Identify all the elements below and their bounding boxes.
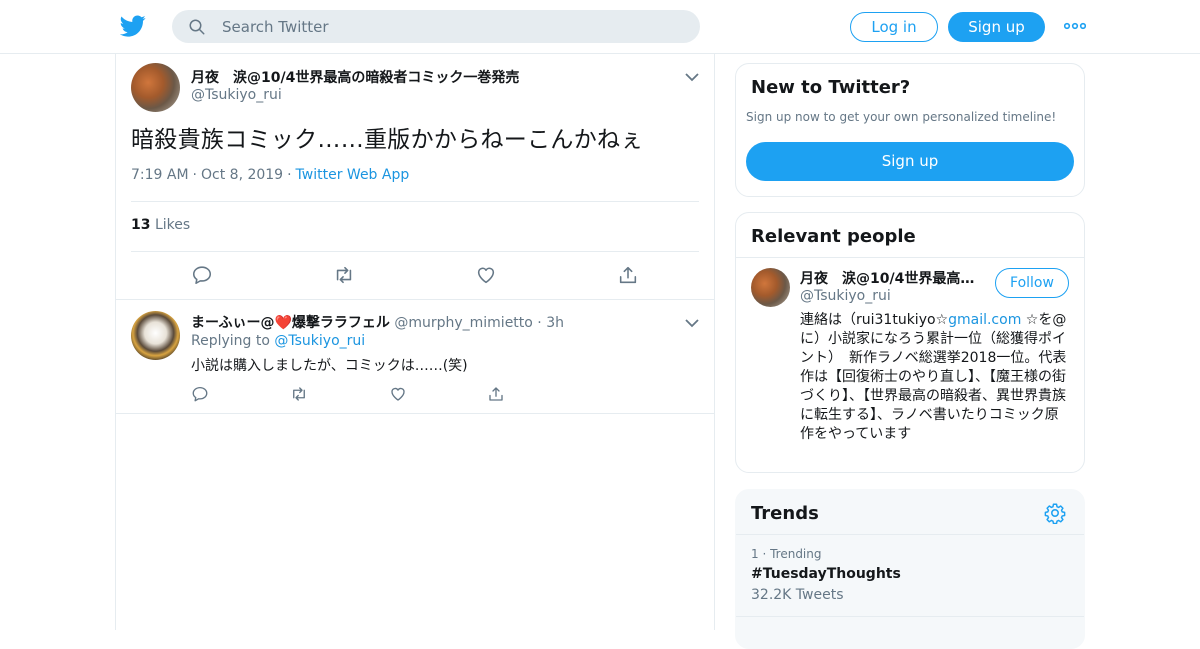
likes-count: 13 [131,217,151,233]
tweet-text: 暗殺貴族コミック……重版かからねーこんかねぇ [131,127,644,153]
replying-to: Replying to @Tsukiyo_rui [191,333,365,349]
bio-link[interactable]: gmail.com [948,312,1021,328]
top-bar: Log in Sign up [0,0,1200,54]
trend-context: Trending [770,547,822,561]
new-to-twitter-card: New to Twitter? Sign up now to get your … [735,63,1085,197]
trend-hashtag[interactable]: #TuesdayThoughts [751,566,901,582]
signup-button[interactable]: Sign up [948,12,1045,42]
divider [736,616,1084,617]
likes-stat[interactable]: 13 Likes [131,217,190,233]
reply-author-handle[interactable]: @murphy_mimietto [394,315,533,331]
relevant-people-card: Relevant people 月夜 涙@10/4世界最高… @Tsukiyo_… [735,212,1085,473]
permalink-tweet: 月夜 涙@10/4世界最高の暗殺者コミック一巻発売 @Tsukiyo_rui 暗… [116,54,714,300]
trend-tweet-count: 32.2K Tweets [751,587,844,603]
tweet-date[interactable]: Oct 8, 2019 [201,167,283,183]
retweet-icon[interactable] [290,385,308,403]
reply-text: 小説は購入しましたが、コミックは……(笑) [191,358,468,374]
tweet-timestamp: 7:19 AM · Oct 8, 2019 · Twitter Web App [131,167,410,183]
reply-header: まーふぃー@❤️爆撃ララフェル @murphy_mimietto · 3h [191,315,564,331]
share-icon[interactable] [617,264,639,286]
follow-button[interactable]: Follow [995,268,1069,298]
trend-meta: 1 · Trending [751,547,822,561]
reply-icon[interactable] [191,385,209,403]
bio-text: 連絡は（rui31tukiyo☆ [800,312,949,328]
retweet-icon[interactable] [333,264,355,286]
divider [736,534,1084,535]
search-icon [189,19,205,35]
login-button[interactable]: Log in [850,12,938,42]
tweet-time[interactable]: 7:19 AM [131,167,189,183]
person-bio: 連絡は（rui31tukiyo☆gmail.com ☆を@に）小説家になろう累計… [800,311,1070,444]
more-options-icon[interactable] [1064,19,1086,33]
search-input[interactable] [222,10,682,43]
sidebar-signup-button[interactable]: Sign up [746,142,1074,181]
card-title: Trends [751,503,819,524]
twitter-logo-icon[interactable] [120,13,146,39]
card-title: Relevant people [751,226,916,247]
likes-label: Likes [154,217,191,233]
reply-icon[interactable] [191,264,213,286]
avatar[interactable] [131,311,180,360]
heart-icon[interactable] [389,385,407,403]
person-name[interactable]: 月夜 涙@10/4世界最高… [800,268,980,288]
bio-text: ☆を@に）小説家になろう累計一位（総獲得ポイント） 新作ラノベ総選挙2018一位… [800,312,1067,442]
avatar[interactable] [751,268,790,307]
tweet-source-link[interactable]: Twitter Web App [296,167,410,183]
tweet-author-name[interactable]: 月夜 涙@10/4世界最高の暗殺者コミック一巻発売 [191,67,519,87]
reply-time[interactable]: 3h [546,315,564,331]
divider [736,257,1084,258]
heart-icon[interactable] [475,264,497,286]
trends-card: Trends 1 · Trending #TuesdayThoughts 32.… [735,489,1085,649]
trend-rank: 1 [751,547,759,561]
tweet-author-handle[interactable]: @Tsukiyo_rui [191,87,282,103]
avatar[interactable] [131,63,180,112]
search-box[interactable] [172,10,700,43]
main-timeline: 月夜 涙@10/4世界最高の暗殺者コミック一巻発売 @Tsukiyo_rui 暗… [115,54,715,630]
divider [131,201,699,202]
person-handle[interactable]: @Tsukiyo_rui [800,288,891,304]
reply-tweet[interactable]: まーふぃー@❤️爆撃ララフェル @murphy_mimietto · 3h Re… [116,301,714,414]
gear-icon[interactable] [1044,502,1066,524]
divider [131,251,699,252]
card-subtitle: Sign up now to get your own personalized… [746,110,1057,124]
share-icon[interactable] [487,385,505,403]
chevron-down-icon[interactable] [684,318,700,328]
reply-author-name[interactable]: まーふぃー@❤️爆撃ララフェル [191,315,390,331]
card-title: New to Twitter? [751,77,911,98]
chevron-down-icon[interactable] [684,72,700,82]
replying-to-link[interactable]: @Tsukiyo_rui [274,333,365,349]
replying-to-label: Replying to [191,333,270,349]
